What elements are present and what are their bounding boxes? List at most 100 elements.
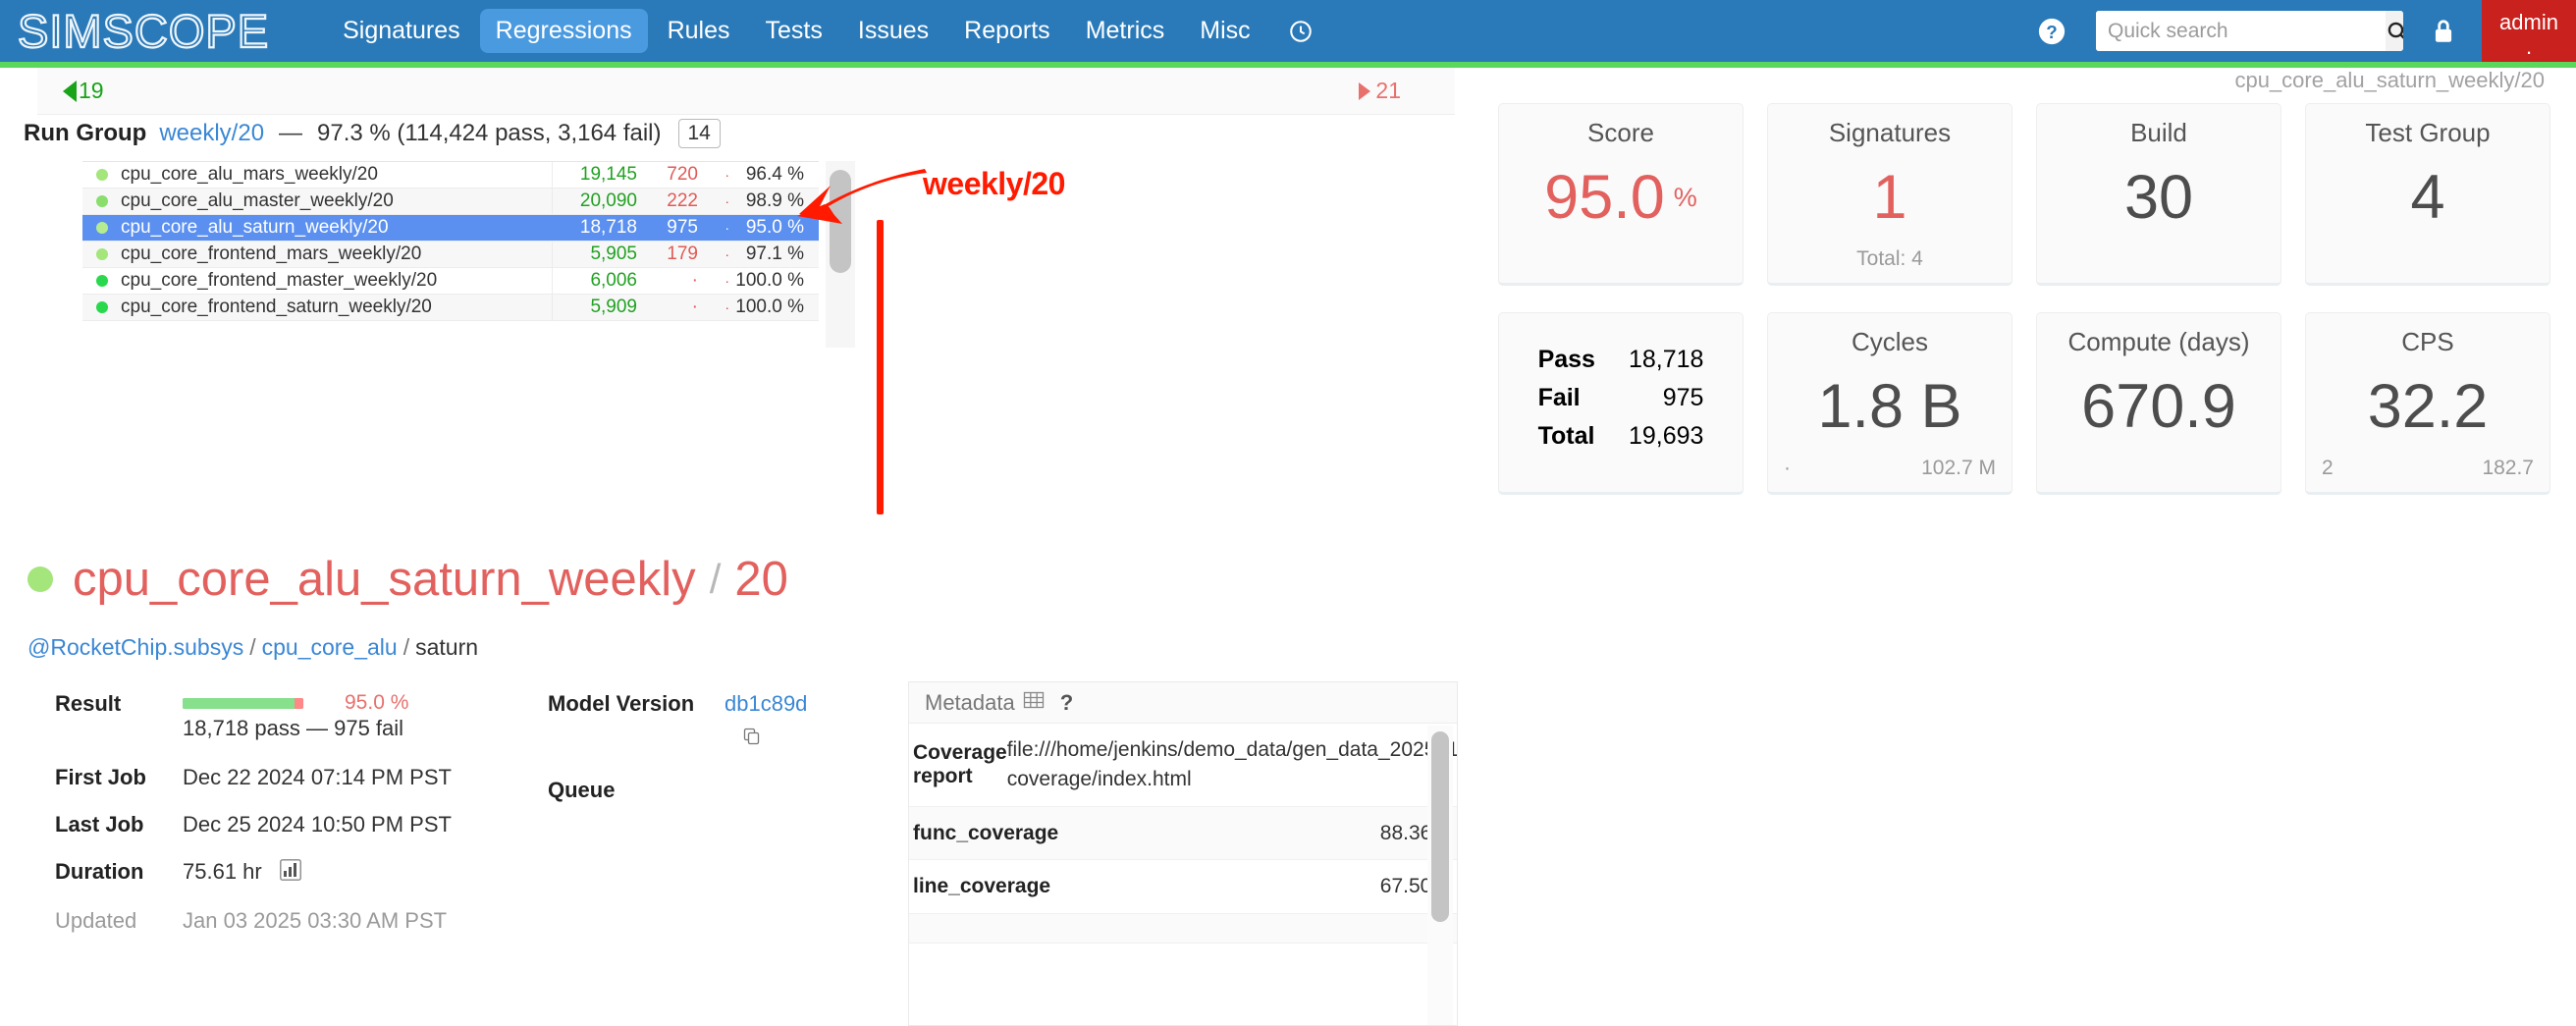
clock-icon[interactable] bbox=[1288, 19, 1314, 44]
stat-cards-row-1: Score 95.0 % Signatures 1 Total: 4 Build… bbox=[1498, 103, 2550, 286]
total-value: 19,693 bbox=[1628, 421, 1704, 450]
right-pane: cpu_core_alu_saturn_weekly/20 Score 95.0… bbox=[1473, 68, 2576, 958]
nav-item-signatures[interactable]: Signatures bbox=[327, 9, 476, 54]
card-footer-right: 182.7 bbox=[2482, 457, 2534, 479]
nav-item-reports[interactable]: Reports bbox=[948, 9, 1066, 54]
pager-prev-button[interactable]: 19 bbox=[63, 78, 104, 104]
table-row[interactable]: cpu_core_alu_mars_weekly/20 19,145 720 ·… bbox=[82, 162, 819, 189]
metadata-key: Coverage report bbox=[913, 740, 1007, 787]
stat-card-signatures[interactable]: Signatures 1 Total: 4 bbox=[1767, 103, 2012, 286]
stat-card-cycles[interactable]: Cycles 1.8 B · 102.7 M bbox=[1767, 312, 2012, 495]
details-grid: Result 95.0 % 18,718 pass — 975 fail Fir… bbox=[55, 691, 497, 934]
run-metrics: 19,145 720 · 96.4 % bbox=[552, 162, 819, 188]
breadcrumb: @RocketChip.subsys / cpu_core_alu / saturn bbox=[27, 634, 478, 661]
breadcrumb-mid[interactable]: cpu_core_alu bbox=[262, 634, 398, 660]
run-other-count: · bbox=[724, 193, 729, 209]
stat-card-pass-fail[interactable]: Pass 18,718 Fail 975 Total 19,693 bbox=[1498, 312, 1744, 495]
card-value-wrap: 30 bbox=[2124, 148, 2193, 247]
card-value: 1 bbox=[1872, 163, 1907, 232]
table-row: line_coverage 67.506 bbox=[909, 860, 1457, 915]
card-title: CPS bbox=[2401, 327, 2454, 356]
card-footer-center: Total: 4 bbox=[1856, 247, 1923, 270]
metadata-value[interactable]: file:///home/jenkins/demo_data/gen_data_… bbox=[1007, 724, 1457, 806]
card-footer-right: 102.7 M bbox=[1921, 457, 1996, 479]
table-row[interactable]: cpu_core_alu_master_weekly/20 20,090 222… bbox=[82, 189, 819, 215]
breadcrumb-root[interactable]: @RocketChip.subsys bbox=[27, 634, 243, 660]
table-row[interactable]: cpu_core_frontend_saturn_weekly/20 5,909… bbox=[82, 295, 819, 321]
first-job-value: Dec 22 2024 07:14 PM PST bbox=[183, 764, 452, 789]
navbar-right: ? admin . bbox=[2037, 0, 2576, 62]
last-job-value: Dec 25 2024 10:50 PM PST bbox=[183, 811, 452, 837]
stat-card-score[interactable]: Score 95.0 % bbox=[1498, 103, 1744, 286]
stat-card-build[interactable]: Build 30 bbox=[2036, 103, 2281, 286]
table-grid-icon[interactable] bbox=[1023, 689, 1045, 717]
card-footer-left: 2 bbox=[2322, 457, 2334, 479]
run-other-count: · bbox=[724, 220, 729, 236]
triangle-left-icon bbox=[63, 80, 77, 102]
metadata-key: func_coverage bbox=[913, 821, 1059, 844]
run-other-count: · bbox=[724, 167, 729, 183]
pass-fail-table: Pass 18,718 Fail 975 Total 19,693 bbox=[1538, 346, 1704, 451]
run-metrics: 20,090 222 · 98.9 % bbox=[552, 189, 819, 214]
help-circle-icon[interactable]: ? bbox=[2037, 17, 2066, 46]
run-metrics: 5,905 179 · 97.1 % bbox=[552, 242, 819, 267]
nav-item-tests[interactable]: Tests bbox=[750, 9, 838, 54]
card-value: 32.2 bbox=[2367, 372, 2489, 441]
model-version-value[interactable]: db1c89d bbox=[724, 691, 807, 717]
stat-card-cps[interactable]: CPS 32.2 2 182.7 bbox=[2305, 312, 2550, 495]
card-footer: 2 182.7 bbox=[2322, 457, 2534, 482]
nav-item-rules[interactable]: Rules bbox=[652, 9, 746, 54]
card-footer-center bbox=[1515, 247, 1727, 273]
result-pass-fill bbox=[183, 697, 295, 709]
result-percent: 95.0 % bbox=[345, 691, 409, 714]
lock-icon[interactable] bbox=[2431, 18, 2456, 45]
card-footer bbox=[2053, 457, 2265, 482]
status-dot bbox=[96, 301, 108, 313]
user-menu[interactable]: admin . bbox=[2482, 0, 2576, 62]
card-title: Cycles bbox=[1851, 327, 1928, 356]
fail-label: Fail bbox=[1537, 383, 1581, 411]
card-footer-left: · bbox=[1784, 457, 1791, 479]
page-title: cpu_core_alu_saturn_weekly / 20 bbox=[27, 552, 788, 607]
run-name: cpu_core_alu_master_weekly/20 bbox=[121, 190, 394, 211]
card-title: Signatures bbox=[1828, 118, 1952, 147]
metadata-panel: Metadata ? Coverage report file:///home/… bbox=[908, 681, 1458, 1026]
run-group-link[interactable]: weekly/20 bbox=[159, 120, 264, 147]
status-dot bbox=[96, 195, 108, 207]
copy-icon[interactable] bbox=[742, 727, 807, 752]
page-title-name[interactable]: cpu_core_alu_saturn_weekly bbox=[73, 552, 696, 607]
metadata-help-icon[interactable]: ? bbox=[1060, 690, 1073, 716]
search-input[interactable] bbox=[2096, 11, 2386, 51]
card-value-wrap: 670.9 bbox=[2081, 357, 2236, 457]
run-other-count: · bbox=[724, 299, 729, 315]
run-name: cpu_core_frontend_saturn_weekly/20 bbox=[121, 297, 432, 317]
status-dot bbox=[96, 169, 108, 181]
search-button[interactable] bbox=[2386, 11, 2403, 51]
card-value-wrap: 4 bbox=[2410, 148, 2444, 247]
result-value: 95.0 % 18,718 pass — 975 fail bbox=[183, 691, 497, 743]
queue-label: Queue bbox=[548, 778, 616, 802]
table-row-selected[interactable]: cpu_core_alu_saturn_weekly/20 18,718 975… bbox=[82, 215, 819, 242]
table-row[interactable]: cpu_core_frontend_mars_weekly/20 5,905 1… bbox=[82, 242, 819, 268]
run-fail-count: · bbox=[691, 297, 698, 317]
stat-card-test-group[interactable]: Test Group 4 bbox=[2305, 103, 2550, 286]
metadata-value: 88.366 bbox=[1379, 821, 1443, 844]
first-job-label: First Job bbox=[55, 764, 146, 789]
nav-item-issues[interactable]: Issues bbox=[842, 9, 944, 54]
run-group-label: Run Group bbox=[24, 120, 147, 146]
user-label: admin bbox=[2499, 10, 2558, 34]
run-percent: 100.0 % bbox=[735, 297, 804, 317]
nav-item-metrics[interactable]: Metrics bbox=[1070, 9, 1181, 54]
nav-item-misc[interactable]: Misc bbox=[1184, 9, 1265, 54]
stat-card-compute-days[interactable]: Compute (days) 670.9 bbox=[2036, 312, 2281, 495]
bar-chart-icon[interactable] bbox=[279, 858, 301, 887]
app-logo[interactable]: SIMSCOPE bbox=[17, 7, 269, 55]
duration-value-wrap: 75.61 hr bbox=[183, 859, 497, 887]
nav-item-regressions[interactable]: Regressions bbox=[479, 8, 648, 54]
pager-prev-label: 19 bbox=[79, 78, 104, 103]
run-group-count-badge[interactable]: 14 bbox=[677, 119, 721, 148]
metadata-scrollbar-thumb[interactable] bbox=[1431, 731, 1449, 922]
page-title-number[interactable]: 20 bbox=[734, 552, 788, 607]
table-row[interactable]: cpu_core_frontend_master_weekly/20 6,006… bbox=[82, 268, 819, 295]
pager-next-button[interactable]: 21 bbox=[1359, 78, 1401, 104]
